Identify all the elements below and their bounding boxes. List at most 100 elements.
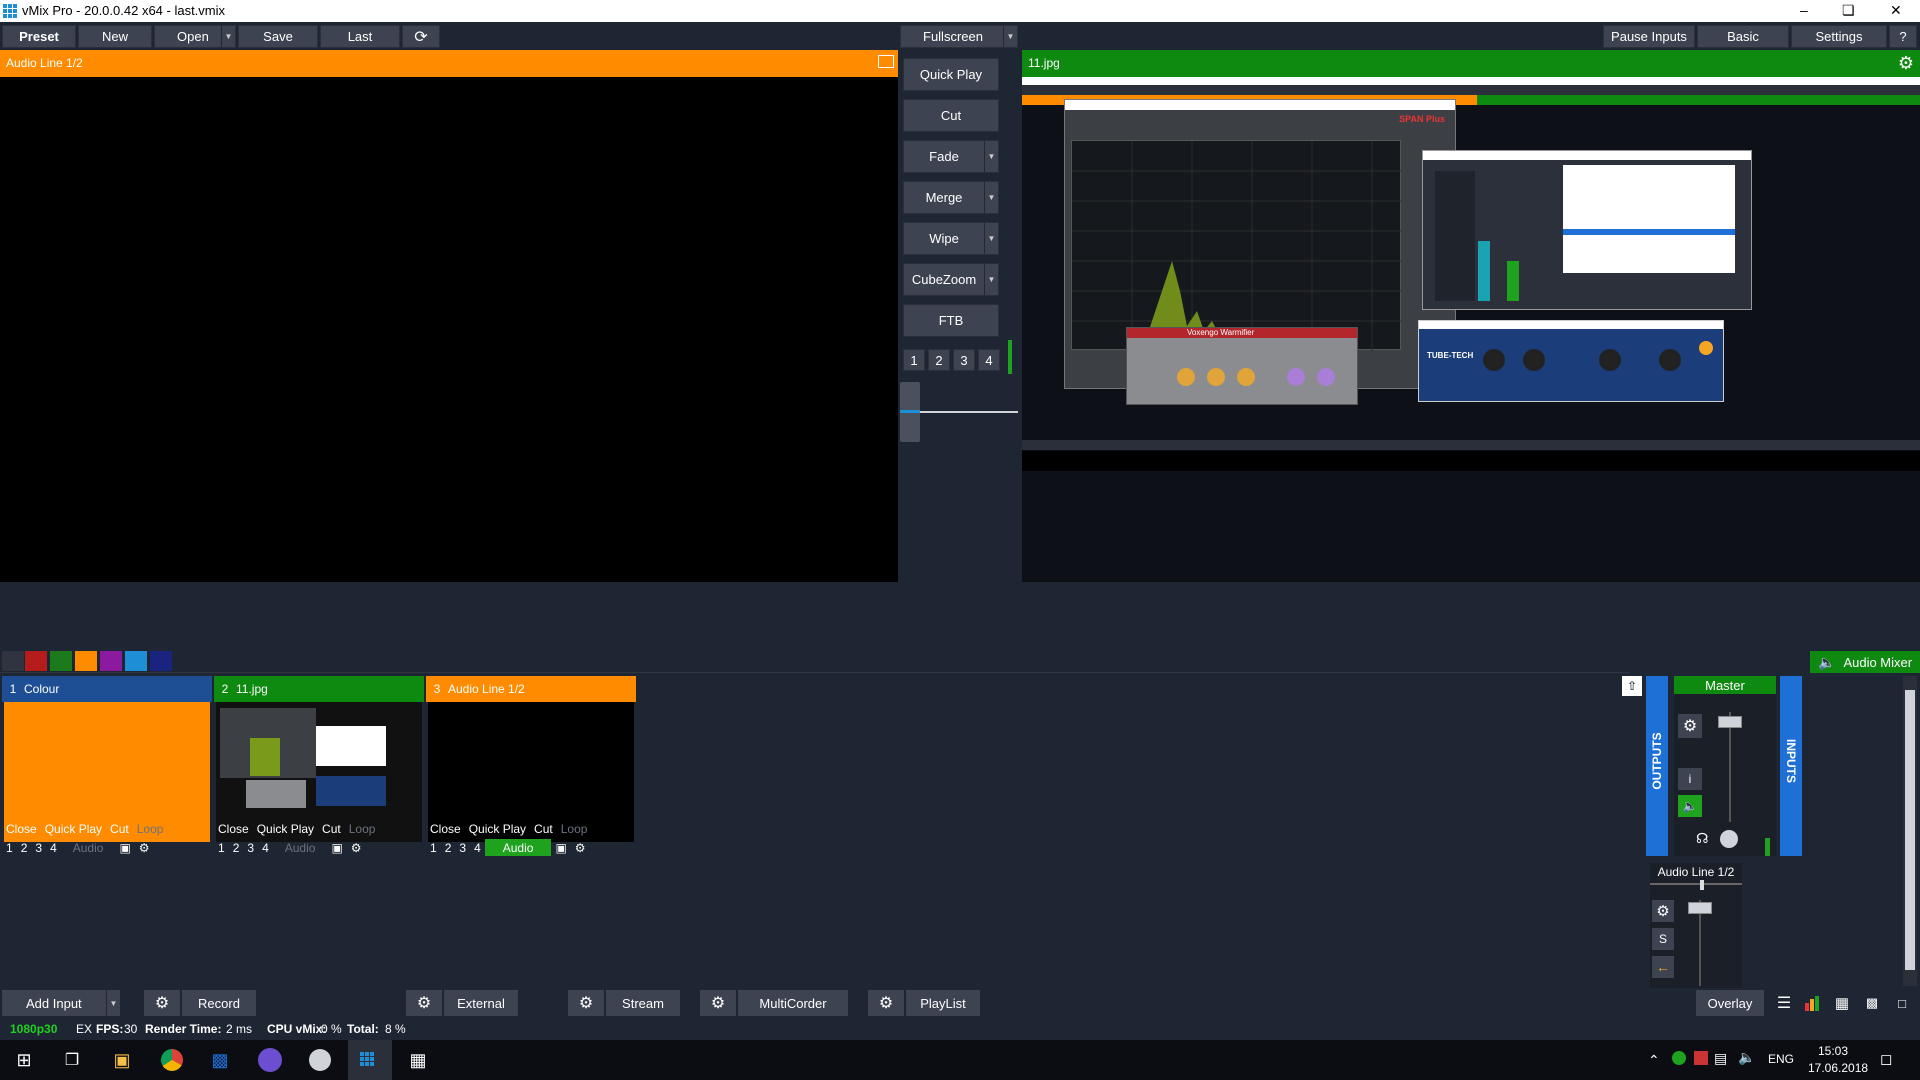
help-button[interactable]: ? (1889, 25, 1917, 48)
swatch-none[interactable] (2, 651, 24, 671)
speaker-icon[interactable]: 🔈 (1678, 795, 1702, 817)
stream-button[interactable]: Stream (606, 990, 680, 1016)
viber-icon[interactable] (256, 1046, 284, 1074)
chrome-icon[interactable] (158, 1046, 186, 1074)
t-bar[interactable] (900, 382, 1020, 442)
task-view-icon[interactable]: ❐ (58, 1046, 86, 1074)
audio-mixer-header[interactable]: 🔈 Audio Mixer (1810, 651, 1920, 673)
transition-4-button[interactable]: 4 (978, 349, 1000, 371)
save-app-icon[interactable]: ▩ (206, 1046, 234, 1074)
new-button[interactable]: New (78, 25, 152, 48)
snapshot-icon[interactable]: ▩ (1860, 990, 1884, 1016)
loop-button[interactable]: Loop (345, 820, 380, 837)
input-tile-header[interactable]: 1 Colour (2, 676, 212, 702)
overlay-1-button[interactable]: 1 (214, 839, 229, 856)
basic-button[interactable]: Basic (1697, 25, 1789, 48)
restore-icon[interactable]: ❏ (1842, 2, 1855, 19)
headphones-icon[interactable]: ☊ (1696, 830, 1708, 847)
merge-button[interactable]: Merge ▼ (903, 181, 999, 214)
menu-icon[interactable]: ☰ (1772, 990, 1796, 1016)
quick-play-button[interactable]: Quick Play (41, 820, 106, 837)
vmix-taskbar-active[interactable] (348, 1040, 392, 1080)
overlay-1-button[interactable]: 1 (426, 839, 441, 856)
cut-button[interactable]: Cut (903, 99, 999, 132)
overlay-2-button[interactable]: 2 (17, 839, 32, 856)
chevron-down-icon[interactable]: ▼ (984, 264, 998, 295)
overlay-2-button[interactable]: 2 (441, 839, 456, 856)
pan-handle[interactable] (1700, 880, 1704, 890)
last-button[interactable]: Last (320, 25, 400, 48)
program-panel[interactable]: SPAN Plus Voxengo Warmifier TUBE-TECH (1022, 77, 1920, 582)
close-button[interactable]: Close (214, 820, 253, 837)
plugin-list[interactable] (1563, 165, 1735, 273)
network-icon[interactable]: ▤ (1714, 1050, 1727, 1067)
chevron-up-icon[interactable]: ⌃ (1648, 1052, 1660, 1069)
chevron-down-icon[interactable]: ▼ (106, 990, 120, 1016)
quick-play-button[interactable]: Quick Play (253, 820, 318, 837)
swatch-purple[interactable] (100, 651, 122, 671)
gear-icon[interactable]: ⚙ (571, 839, 590, 856)
info-button[interactable]: i (1678, 768, 1702, 790)
transition-2-button[interactable]: 2 (928, 349, 950, 371)
lock-icon[interactable]: □ (1890, 990, 1914, 1016)
input-tile[interactable]: 2 11.jpg Close Quick Play Cut Loop 1 2 3 (214, 676, 424, 864)
transition-1-button[interactable]: 1 (903, 349, 925, 371)
audio-button[interactable]: Audio (273, 839, 328, 856)
mixer-scrollbar-thumb[interactable] (1905, 690, 1915, 970)
external-button[interactable]: External (444, 990, 518, 1016)
wipe-button[interactable]: Wipe ▼ (903, 222, 999, 255)
fullscreen-button[interactable]: Fullscreen ▼ (900, 25, 1018, 48)
refresh-icon[interactable]: ⟳ (402, 25, 440, 48)
gear-icon[interactable]: ⚙ (1652, 900, 1674, 922)
pan-slider[interactable] (1650, 883, 1742, 885)
gear-icon[interactable]: ⚙ (347, 839, 366, 856)
pin-icon[interactable]: ⇧ (1622, 676, 1642, 696)
windows-start-icon[interactable]: ⊞ (10, 1046, 38, 1074)
overlay-button[interactable]: Overlay (1696, 990, 1764, 1016)
cut-button[interactable]: Cut (106, 820, 133, 837)
tray-app-icon[interactable] (1672, 1051, 1686, 1065)
monitor-icon[interactable]: ▣ (115, 839, 134, 856)
volume-icon[interactable]: 🔈 (1738, 1049, 1755, 1066)
channel-fader-handle[interactable] (1688, 902, 1712, 914)
cubezoom-button[interactable]: CubeZoom ▼ (903, 263, 999, 296)
inputs-tab[interactable]: INPUTS (1780, 676, 1802, 856)
gear-icon[interactable]: ⚙ (406, 990, 442, 1016)
gear-icon[interactable]: ⚙ (144, 990, 180, 1016)
expand-icon[interactable] (878, 55, 894, 68)
close-button[interactable]: Close (2, 820, 41, 837)
gear-icon[interactable]: ⚙ (868, 990, 904, 1016)
volume-knob[interactable] (1720, 830, 1738, 848)
gear-icon[interactable]: ⚙ (1898, 53, 1914, 74)
gear-icon[interactable]: ⚙ (700, 990, 736, 1016)
overlay-3-button[interactable]: 3 (243, 839, 258, 856)
app-icon[interactable] (306, 1046, 334, 1074)
language-indicator[interactable]: ENG (1768, 1052, 1794, 1066)
cut-button[interactable]: Cut (530, 820, 557, 837)
chevron-down-icon[interactable]: ▼ (984, 182, 998, 213)
close-button[interactable]: Close (426, 820, 465, 837)
preset-button[interactable]: Preset (2, 25, 76, 48)
settings-button[interactable]: Settings (1791, 25, 1887, 48)
close-icon[interactable]: ✕ (1890, 2, 1902, 19)
open-button[interactable]: Open ▼ (154, 25, 236, 48)
input-tile-header[interactable]: 2 11.jpg (214, 676, 424, 702)
master-fader-handle[interactable] (1718, 716, 1742, 728)
overlay-3-button[interactable]: 3 (31, 839, 46, 856)
input-tile[interactable]: 1 Colour Close Quick Play Cut Loop 1 2 3… (2, 676, 212, 864)
bar-chart-icon[interactable] (1800, 990, 1824, 1016)
quick-play-button[interactable]: Quick Play (903, 58, 999, 91)
input-tile[interactable]: 3 Audio Line 1/2 Close Quick Play Cut Lo… (426, 676, 636, 864)
playlist-button[interactable]: PlayList (906, 990, 980, 1016)
gear-icon[interactable]: ⚙ (1678, 714, 1702, 738)
swatch-blue[interactable] (125, 651, 147, 671)
chevron-down-icon[interactable]: ▼ (984, 141, 998, 172)
chevron-down-icon[interactable]: ▼ (1003, 26, 1017, 47)
overlay-1-button[interactable]: 1 (2, 839, 17, 856)
clock-time[interactable]: 15:03 (1818, 1044, 1848, 1058)
overlay-3-button[interactable]: 3 (455, 839, 470, 856)
loop-button[interactable]: Loop (557, 820, 592, 837)
swatch-orange[interactable] (75, 651, 97, 671)
overlay-2-button[interactable]: 2 (229, 839, 244, 856)
save-button[interactable]: Save (238, 25, 318, 48)
